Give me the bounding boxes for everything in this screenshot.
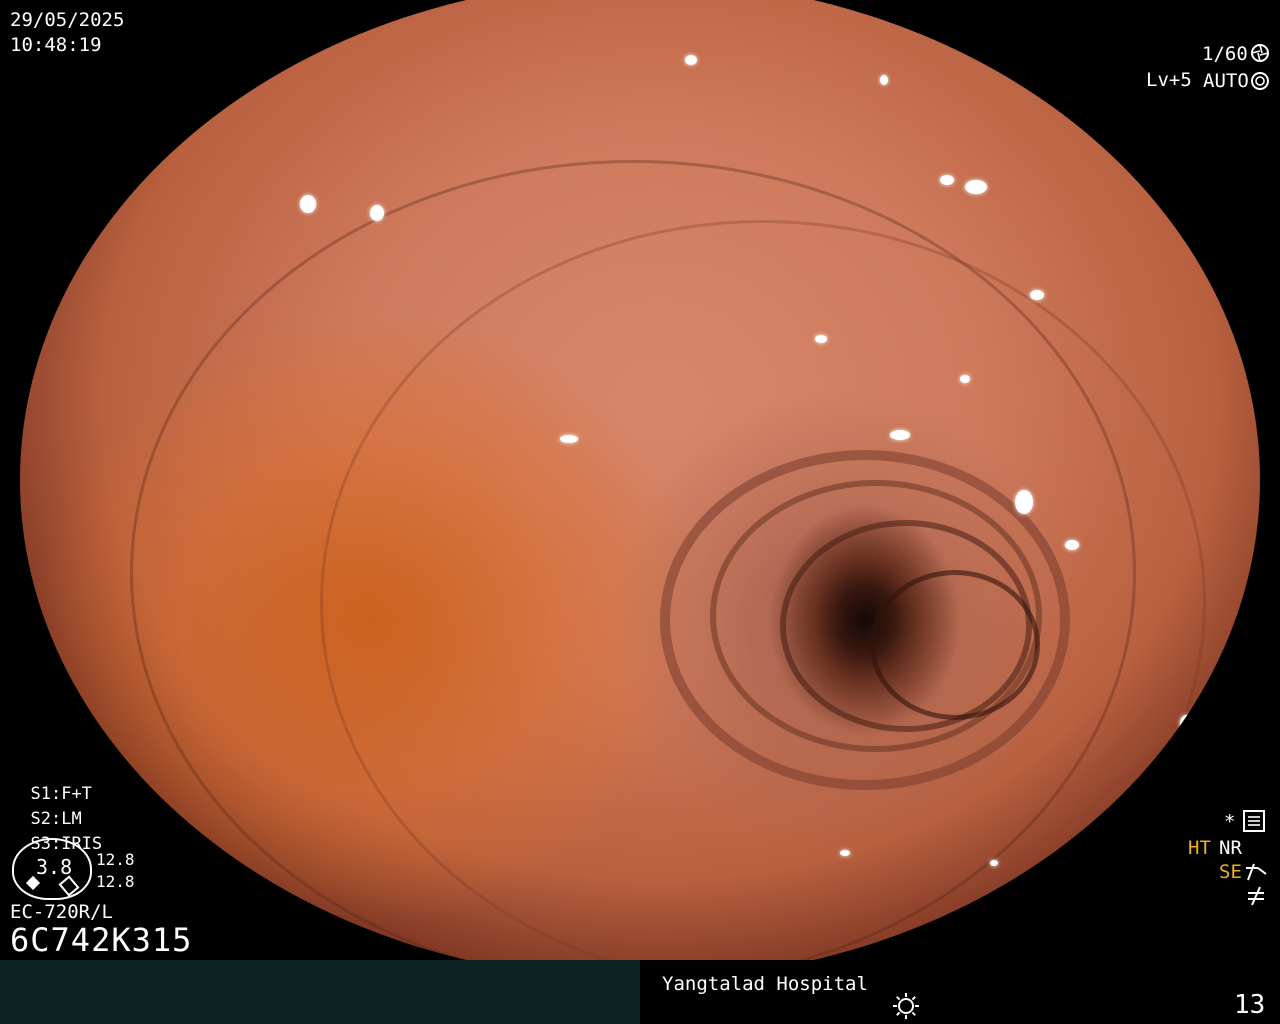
specular-highlight <box>890 430 910 440</box>
gauge-value: 3.8 <box>36 855 73 879</box>
specular-highlight <box>560 435 578 443</box>
specular-highlight <box>880 75 888 85</box>
specular-highlight <box>815 335 827 343</box>
settings-menu-icon <box>1243 810 1265 832</box>
specular-highlight <box>940 175 954 185</box>
hospital-name: Yangtalad Hospital <box>662 973 868 995</box>
auto-exposure-icon <box>1251 72 1269 90</box>
specular-highlight <box>300 195 316 213</box>
enhance-icon <box>1246 863 1267 881</box>
specular-highlight <box>1030 290 1044 300</box>
shutter-icon <box>1251 44 1269 62</box>
date-display: 29/05/2025 <box>10 9 125 31</box>
asterisk-indicator: * <box>1224 811 1236 833</box>
exposure-mode: AUTO <box>1203 70 1249 92</box>
specular-highlight <box>840 850 850 856</box>
specular-highlight <box>965 180 987 194</box>
specular-highlight <box>1015 490 1033 514</box>
frame-number: 13 <box>1234 990 1266 1020</box>
specular-highlight <box>1180 715 1194 731</box>
ht-indicator: HT <box>1188 837 1211 859</box>
insertion-gauge: 3.8 <box>12 838 92 900</box>
specular-highlight <box>990 860 998 866</box>
no-signal-icon <box>1248 886 1264 906</box>
shutter-speed: 1/60 <box>1202 43 1248 65</box>
lumen-ring <box>870 570 1040 720</box>
specular-highlight <box>960 375 970 383</box>
specular-highlight <box>370 205 384 221</box>
footer-left-bar <box>0 960 640 1024</box>
nr-indicator: NR <box>1219 837 1242 859</box>
brightness-level: Lv+5 <box>1146 69 1192 91</box>
gauge-bottom-value: 12.8 <box>96 872 135 891</box>
gauge-top-value: 12.8 <box>96 850 135 869</box>
brightness-icon <box>893 993 919 1019</box>
endoscopic-view <box>20 0 1260 980</box>
specular-highlight <box>685 55 697 65</box>
time-display: 10:48:19 <box>10 34 102 56</box>
se-indicator: SE <box>1219 861 1242 883</box>
specular-highlight <box>1065 540 1079 550</box>
scope-serial: 6C742K315 <box>10 921 193 959</box>
